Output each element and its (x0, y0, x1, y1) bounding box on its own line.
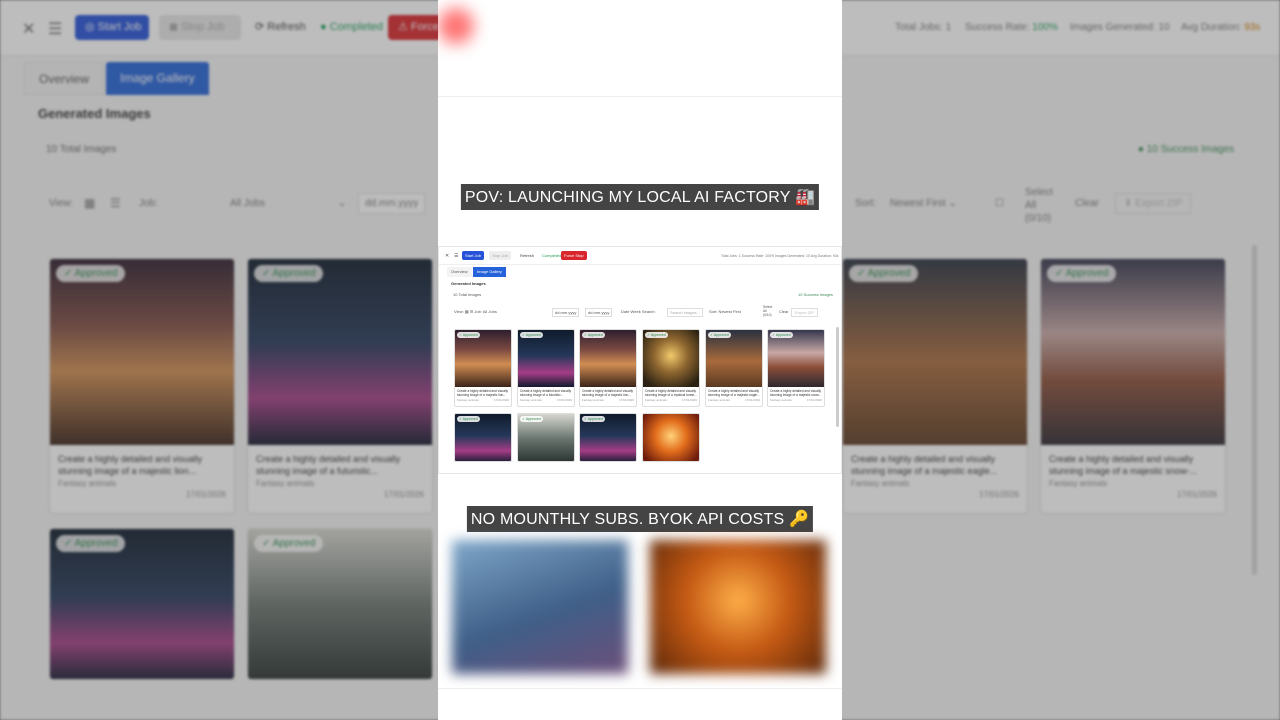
mini-card-image: ✓ Approved (455, 330, 511, 387)
mini-card-desc: Create a highly detailed and visually st… (708, 389, 760, 397)
mini-date-to: dd.mm.yyyy (585, 308, 613, 317)
mini-card-image: ✓ Approved (580, 330, 636, 387)
mini-card-cat: Fantasy animals (520, 398, 542, 402)
mini-card-image: ✓ Approved (455, 414, 511, 461)
mini-card: ✓ Approved Create a highly detailed and v… (517, 329, 575, 407)
caption-bottom: NO MOUNTHLY SUBS. BYOK API COSTS 🔑 (466, 506, 814, 532)
red-blur-spot (438, 8, 474, 44)
mini-card-cat: Fantasy animals (770, 398, 792, 402)
mini-card-image: ✓ Approved (768, 330, 824, 387)
mini-card-meta: Fantasy animals 17/01/2026 (518, 397, 574, 404)
mini-card-image: ✓ Approved (518, 414, 574, 461)
mini-card-date: 17/01/2026 (493, 398, 509, 402)
mini-card-cat: Fantasy animals (582, 398, 604, 402)
mini-card: ✓ Approved Create a highly detailed and v… (579, 329, 637, 407)
mini-tab-gallery: Image Gallery (473, 267, 506, 277)
divider (438, 688, 842, 689)
mini-badge: ✓ Approved (582, 416, 605, 422)
mini-card-cat: Fantasy animals (708, 398, 730, 402)
caption-top: POV: LAUNCHING MY LOCAL AI FACTORY 🏭 (460, 184, 820, 210)
mini-card-meta: Fantasy animals 17/01/2026 (643, 397, 699, 404)
mini-total-images: 10 Total Images (453, 292, 482, 297)
mini-card: ✓ Approved Create a highly detailed and v… (705, 329, 763, 407)
close-icon: ✕ (445, 253, 450, 259)
mini-card-meta: Fantasy animals 17/01/2026 (455, 397, 511, 404)
mini-filters-2: Date Week Search: (621, 309, 656, 314)
mini-toolbar: ✕ ☰ Start Job Stop Job Refresh Completed… (439, 247, 841, 265)
mini-search-input: Search images... (667, 308, 703, 317)
mini-card-image: ✓ Approved (518, 330, 574, 387)
mini-card-date: 17/01/2026 (744, 398, 760, 402)
mini-force-button: Force Stop (561, 251, 587, 260)
mini-card-desc: Create a highly detailed and visually st… (520, 389, 572, 397)
mini-title: Generated Images (451, 281, 486, 286)
mini-card-desc: Create a highly detailed and visually st… (770, 389, 822, 397)
mini-card-date: 17/01/2026 (618, 398, 634, 402)
mini-card-cat: Fantasy animals (645, 398, 667, 402)
mini-badge: ✓ Approved (457, 416, 480, 422)
mini-clear: Clear (779, 309, 789, 314)
mini-card-desc: Create a highly detailed and visually st… (582, 389, 634, 397)
mini-card: ✓ Approved (517, 413, 575, 462)
mini-badge: ✓ Approved (582, 332, 605, 338)
mini-success-images: 10 Success Images (798, 292, 833, 297)
mini-card-desc: Create a highly detailed and visually st… (645, 389, 697, 397)
mini-card-date: 17/01/2026 (806, 398, 822, 402)
mini-date-from: dd.mm.yyyy (552, 308, 580, 317)
mini-card-meta: Fantasy animals 17/01/2026 (580, 397, 636, 404)
mini-card: ✓ Approved (579, 413, 637, 462)
mini-card-image (643, 414, 699, 461)
mini-select-all: Select All (0/10) (763, 305, 773, 317)
blurred-image-phoenix (650, 540, 826, 674)
mini-card: ✓ Approved Create a highly detailed and v… (454, 329, 512, 407)
mini-card: ✓ Approved Create a highly detailed and v… (642, 329, 700, 407)
mini-card: ✓ Approved (454, 413, 512, 462)
mini-card-image: ✓ Approved (643, 330, 699, 387)
mini-scrollbar (836, 327, 839, 427)
mini-card-desc: Create a highly detailed and visually st… (457, 389, 509, 397)
divider (438, 96, 842, 97)
hamburger-icon: ☰ (454, 253, 459, 259)
mini-card-meta: Fantasy animals 17/01/2026 (768, 397, 824, 404)
mini-badge: ✓ Approved (457, 332, 480, 338)
mini-refresh-button: Refresh (520, 253, 535, 258)
mini-stop-button: Stop Job (489, 251, 511, 260)
mini-export: Export ZIP (791, 308, 818, 317)
mini-start-button: Start Job (462, 251, 485, 260)
blurred-image-city (452, 540, 628, 674)
mini-filters: View: ▦ ☰ Job: All Jobs (454, 309, 497, 314)
mini-card (642, 413, 700, 462)
mini-card-date: 17/01/2026 (556, 398, 572, 402)
mini-stats: Total Jobs: 1 Success Rate: 100% Images … (721, 254, 839, 258)
mini-card-date: 17/01/2026 (681, 398, 697, 402)
mini-badge: ✓ Approved (645, 332, 668, 338)
mini-card-cat: Fantasy animals (457, 398, 479, 402)
mini-card-meta: Fantasy animals 17/01/2026 (706, 397, 762, 404)
mini-badge: ✓ Approved (520, 332, 543, 338)
app-screenshot: ✕ ☰ Start Job Stop Job Refresh Completed… (438, 246, 842, 474)
mini-badge: ✓ Approved (770, 332, 793, 338)
mini-tab-overview: Overview (447, 267, 472, 277)
mini-card: ✓ Approved Create a highly detailed and v… (767, 329, 825, 407)
mini-card-image: ✓ Approved (706, 330, 762, 387)
mini-card-image: ✓ Approved (580, 414, 636, 461)
mini-badge: ✓ Approved (708, 332, 731, 338)
mini-sort: Sort: Newest First (709, 309, 741, 314)
mini-badge: ✓ Approved (520, 416, 543, 422)
